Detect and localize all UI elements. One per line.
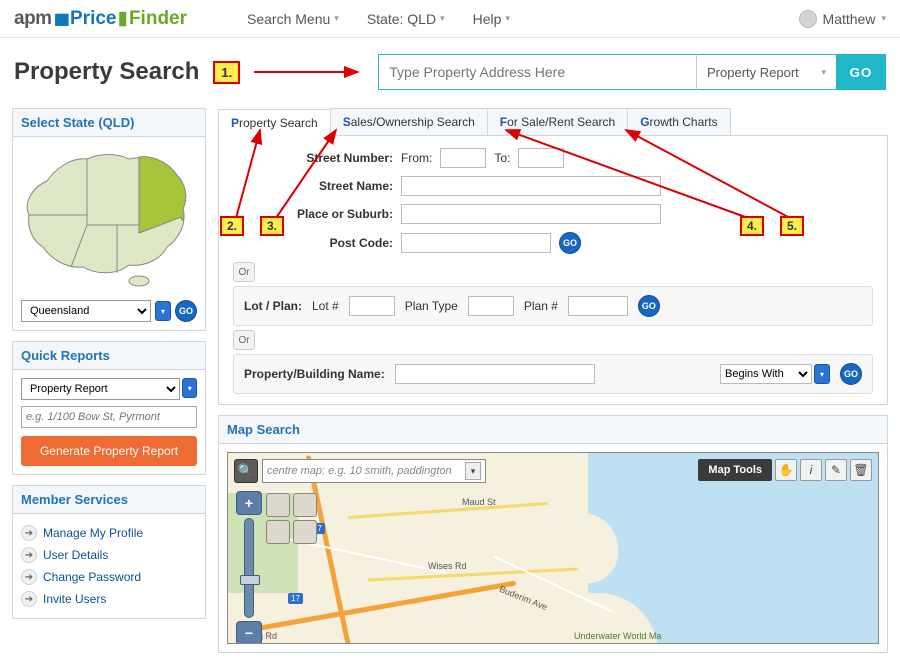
- user-menu[interactable]: Matthew ▾: [799, 10, 886, 28]
- tab-sales-ownership[interactable]: Sales/Ownership Search: [330, 108, 488, 135]
- street-name-input[interactable]: [401, 176, 661, 196]
- draw-tool-button[interactable]: ✎: [825, 459, 847, 481]
- lot-number-input[interactable]: [349, 296, 395, 316]
- annotation-5: 5.: [780, 216, 804, 236]
- menu-state[interactable]: State: QLD▾: [367, 11, 445, 27]
- state-go-button[interactable]: GO: [175, 300, 197, 322]
- member-link-profile[interactable]: ➔Manage My Profile: [21, 522, 197, 544]
- label-building-name: Property/Building Name:: [244, 367, 385, 381]
- annotation-4: 4.: [740, 216, 764, 236]
- road-label: Maud St: [462, 497, 496, 507]
- tab-for-sale-rent[interactable]: For Sale/Rent Search: [487, 108, 628, 135]
- building-go-button[interactable]: GO: [840, 363, 862, 385]
- arrow-right-icon: ➔: [21, 569, 37, 585]
- label-lot-plan: Lot / Plan:: [244, 299, 302, 313]
- layer-button[interactable]: [293, 520, 317, 544]
- label-street-name: Street Name:: [233, 179, 393, 193]
- plan-type-input[interactable]: [468, 296, 514, 316]
- generate-report-button[interactable]: Generate Property Report: [21, 436, 197, 466]
- chevron-down-icon: ▾: [440, 13, 445, 24]
- panel-header: Quick Reports: [13, 342, 205, 370]
- road-label: Wises Rd: [428, 561, 467, 571]
- menu-help[interactable]: Help▾: [473, 11, 510, 27]
- panel-header: Member Services: [13, 486, 205, 514]
- map-centre-input[interactable]: centre map: e.g. 10 smith, paddington ▾: [262, 459, 486, 483]
- go-button[interactable]: GO: [836, 54, 886, 90]
- quick-report-address-input[interactable]: [21, 406, 197, 428]
- street-number-to-input[interactable]: [518, 148, 564, 168]
- hero-row: Property Search 1. Property Report▾ GO: [0, 38, 900, 108]
- layer-button[interactable]: [266, 493, 290, 517]
- chevron-down-icon: ▾: [821, 67, 826, 78]
- park-label: Underwater World Ma: [574, 631, 661, 641]
- panel-header: Map Search: [219, 416, 887, 444]
- chevron-down-icon: ▾: [465, 462, 481, 480]
- or-divider: Or: [233, 262, 255, 282]
- zoom-out-button[interactable]: −: [236, 621, 262, 644]
- zoom-in-button[interactable]: +: [236, 491, 262, 515]
- zoom-slider[interactable]: [244, 518, 254, 618]
- match-type-select[interactable]: Begins With: [720, 364, 812, 384]
- building-name-input[interactable]: [395, 364, 595, 384]
- place-suburb-input[interactable]: [401, 204, 661, 224]
- member-link-invite[interactable]: ➔Invite Users: [21, 588, 197, 610]
- panel-header: Select State (QLD): [13, 109, 205, 137]
- address-input[interactable]: [378, 54, 696, 90]
- chevron-down-icon: ▾: [334, 13, 339, 24]
- menu-search[interactable]: Search Menu▾: [247, 11, 339, 27]
- highway-badge: 17: [288, 593, 303, 604]
- page-title: Property Search: [14, 58, 199, 86]
- label-post-code: Post Code:: [233, 236, 393, 250]
- annotation-arrow-1: [254, 62, 364, 82]
- pan-tool-button[interactable]: ✋: [775, 459, 797, 481]
- quick-report-select[interactable]: Property Report: [21, 378, 180, 400]
- tab-property-search[interactable]: Property Search: [218, 109, 331, 136]
- map-tools-label: Map Tools: [698, 459, 772, 481]
- map-canvas[interactable]: 17 17 Maud St Wises Rd Buderim Ave ll Ri…: [227, 452, 879, 644]
- annotation-3: 3.: [260, 216, 284, 236]
- chevron-down-icon: ▾: [505, 13, 510, 24]
- arrow-right-icon: ➔: [21, 547, 37, 563]
- annotation-2: 2.: [220, 216, 244, 236]
- panel-member-services: Member Services ➔Manage My Profile ➔User…: [12, 485, 206, 619]
- post-code-input[interactable]: [401, 233, 551, 253]
- plan-number-input[interactable]: [568, 296, 628, 316]
- lotplan-go-button[interactable]: GO: [638, 295, 660, 317]
- search-form: Street Number: From: To: Street Name: Pl…: [218, 135, 888, 405]
- arrow-right-icon: ➔: [21, 525, 37, 541]
- zoom-control: + −: [236, 491, 262, 644]
- postcode-go-button[interactable]: GO: [559, 232, 581, 254]
- select-caret-icon: ▾: [814, 364, 830, 384]
- select-caret-icon: ▾: [182, 378, 197, 398]
- panel-quick-reports: Quick Reports Property Report ▾ Generate…: [12, 341, 206, 475]
- layer-button[interactable]: [293, 493, 317, 517]
- australia-map[interactable]: [21, 147, 191, 287]
- label-street-number: Street Number:: [233, 151, 393, 165]
- layer-button[interactable]: [266, 520, 290, 544]
- chevron-down-icon: ▾: [881, 13, 886, 24]
- info-tool-button[interactable]: i: [800, 459, 822, 481]
- brand-logo: apm▮▮▮ Price▮Finder: [14, 7, 187, 30]
- panel-select-state: Select State (QLD) Queensland ▾ GO: [12, 108, 206, 331]
- report-type-select[interactable]: Property Report▾: [696, 54, 836, 90]
- state-select[interactable]: Queensland: [21, 300, 151, 322]
- select-caret-icon: ▾: [155, 301, 171, 321]
- tab-growth-charts[interactable]: Growth Charts: [627, 108, 730, 135]
- or-divider: Or: [233, 330, 255, 350]
- avatar-icon: [799, 10, 817, 28]
- member-link-password[interactable]: ➔Change Password: [21, 566, 197, 588]
- arrow-right-icon: ➔: [21, 591, 37, 607]
- label-place-suburb: Place or Suburb:: [233, 207, 393, 221]
- map-search-icon[interactable]: 🔍: [234, 459, 258, 483]
- panel-map-search: Map Search 17 17: [218, 415, 888, 653]
- top-bar: apm▮▮▮ Price▮Finder Search Menu▾ State: …: [0, 0, 900, 38]
- member-link-details[interactable]: ➔User Details: [21, 544, 197, 566]
- annotation-1: 1.: [213, 61, 240, 84]
- delete-tool-button[interactable]: 🗑: [850, 459, 872, 481]
- street-number-from-input[interactable]: [440, 148, 486, 168]
